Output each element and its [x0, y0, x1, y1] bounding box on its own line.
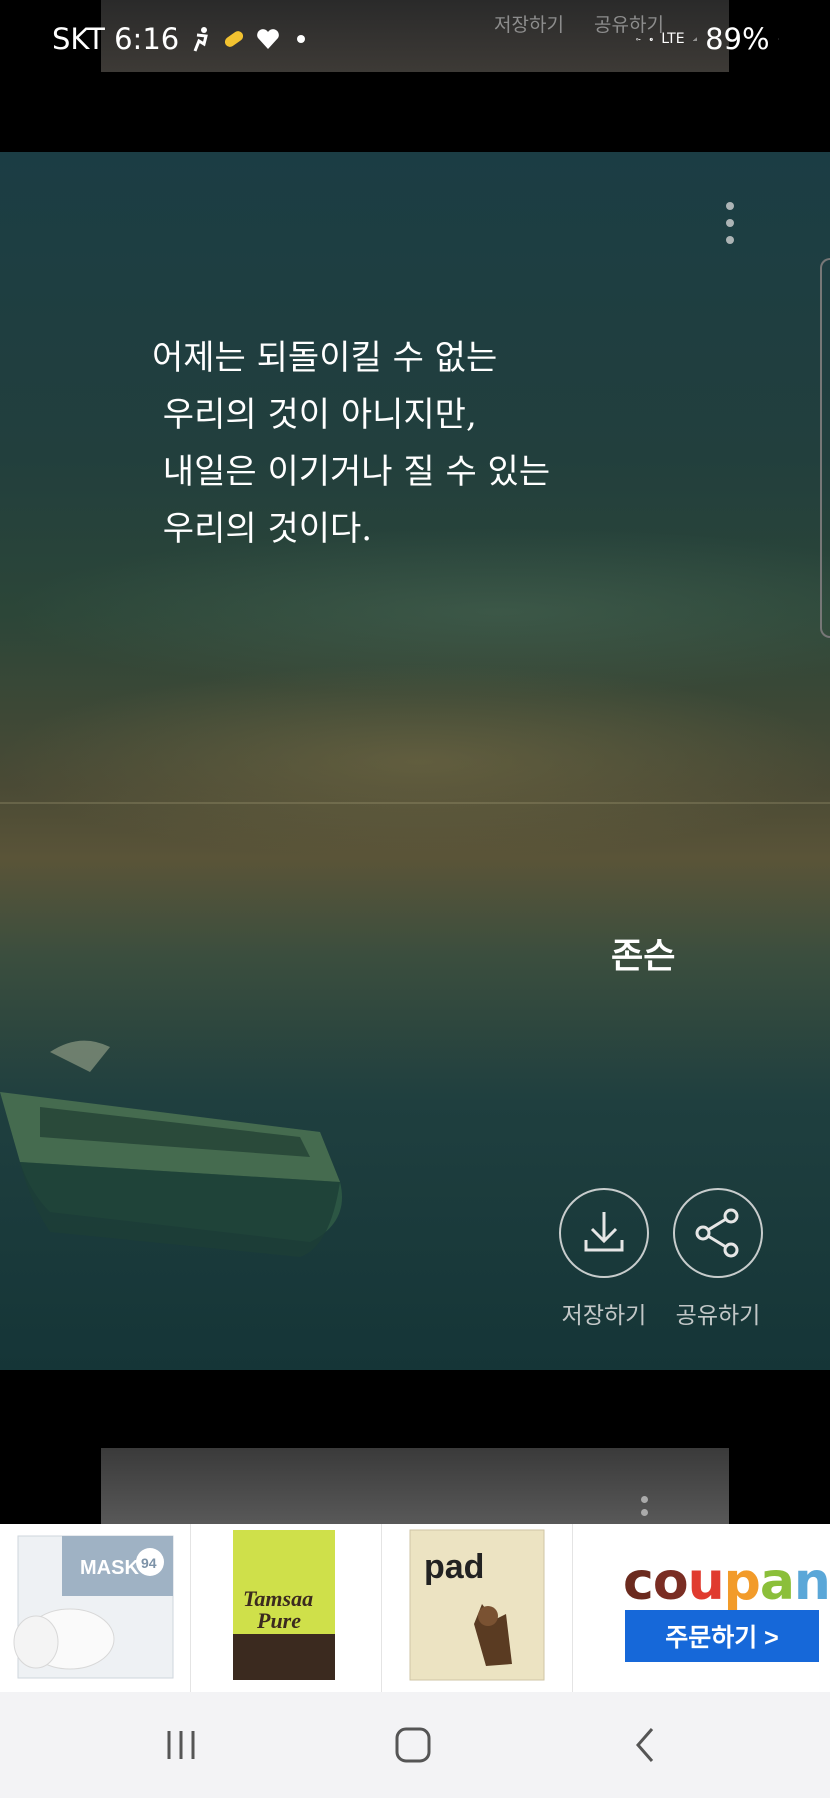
- share-button[interactable]: 공유하기: [658, 1188, 778, 1330]
- key-icon: [636, 37, 641, 41]
- quote-line: 우리의 것이다.: [152, 509, 373, 549]
- network-type: LTE: [661, 31, 685, 47]
- tissue-product[interactable]: Tamsaa Pure: [191, 1524, 382, 1692]
- alarm-icon: [649, 37, 653, 41]
- notification-dot: [297, 35, 306, 43]
- share-circle[interactable]: [673, 1188, 763, 1278]
- mask-product-image: MASK 94: [13, 1535, 174, 1679]
- status-bar: 저장하기 공유하기 SKT 6:16 LTE 89%: [0, 0, 830, 84]
- pet-pad-product[interactable]: pad: [382, 1524, 573, 1692]
- quote-text: 어제는 되돌이킬 수 없는 우리의 것이 아니지만, 내일은 이기거나 질 수 …: [152, 330, 550, 558]
- quote-author: 존슨: [611, 937, 676, 977]
- more-dot: [641, 1496, 648, 1503]
- recent-apps-button[interactable]: [121, 1692, 241, 1798]
- mask-product[interactable]: MASK 94: [0, 1524, 191, 1692]
- edge-panel-handle[interactable]: [820, 258, 830, 638]
- tissue-product-image: Tamsaa Pure: [233, 1530, 335, 1680]
- quote-card: 어제는 되돌이킬 수 없는 우리의 것이 아니지만, 내일은 이기거나 질 수 …: [0, 152, 830, 1370]
- heart-icon: [257, 29, 280, 49]
- recent-apps-icon: [167, 1731, 195, 1759]
- status-right: LTE 89%: [636, 22, 778, 56]
- quote-line: 어제는 되돌이킬 수 없는: [152, 338, 498, 378]
- svg-text:94: 94: [141, 1555, 157, 1571]
- navigation-bar: [0, 1692, 830, 1798]
- back-icon: [636, 1728, 654, 1762]
- more-dot: [726, 202, 734, 210]
- quote-line: 우리의 것이 아니지만,: [152, 395, 477, 435]
- coupang-brand[interactable]: coupang 주문하기 >: [573, 1524, 830, 1692]
- order-button[interactable]: 주문하기 >: [625, 1610, 819, 1662]
- status-left: SKT 6:16: [52, 22, 306, 56]
- previous-save-label: 저장하기: [494, 14, 564, 36]
- download-icon: [584, 1212, 624, 1252]
- horizon-line: [0, 802, 830, 804]
- pet-pad-product-image: pad: [409, 1529, 545, 1681]
- save-circle[interactable]: [559, 1188, 649, 1278]
- carrier-time: SKT 6:16: [52, 22, 180, 56]
- battery-percent: 89%: [705, 22, 770, 56]
- coupang-logo: coupang: [623, 1552, 830, 1612]
- pill-icon: [225, 31, 244, 47]
- share-icon: [695, 1208, 739, 1258]
- more-dot: [726, 219, 734, 227]
- share-label: 공유하기: [675, 1303, 761, 1329]
- svg-text:Pure: Pure: [256, 1608, 301, 1633]
- more-dot: [641, 1509, 648, 1516]
- next-card-preview[interactable]: [101, 1448, 729, 1528]
- quote-line: 내일은 이기거나 질 수 있는: [152, 452, 551, 492]
- back-button[interactable]: [586, 1692, 706, 1798]
- ad-banner[interactable]: MASK 94 Tamsaa Pure pad coupang 주문하기 >: [0, 1524, 830, 1692]
- svg-text:pad: pad: [424, 1548, 484, 1586]
- save-button[interactable]: 저장하기: [544, 1188, 664, 1330]
- more-dot: [726, 236, 734, 244]
- home-button[interactable]: [353, 1692, 473, 1798]
- signal-icon: [693, 37, 697, 41]
- svg-text:MASK: MASK: [80, 1557, 139, 1579]
- next-card-more-button[interactable]: [641, 1496, 648, 1516]
- card-more-button[interactable]: [726, 202, 736, 244]
- running-icon: [193, 27, 209, 52]
- save-label: 저장하기: [561, 1303, 647, 1329]
- boat-image: [0, 1040, 342, 1257]
- home-icon: [395, 1727, 431, 1763]
